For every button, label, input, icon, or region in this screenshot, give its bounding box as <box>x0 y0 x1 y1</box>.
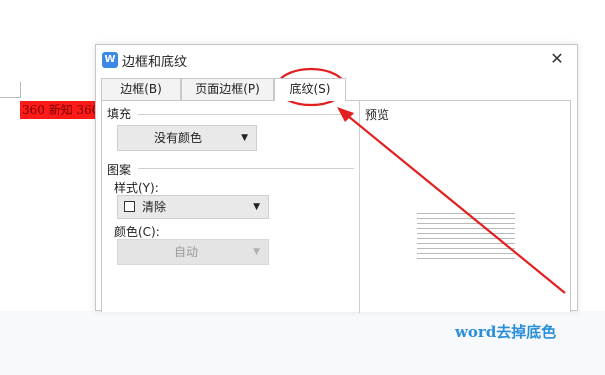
tab-shading[interactable]: 底纹(S) <box>274 78 346 101</box>
pointer-arrow-line <box>347 115 566 294</box>
annotation-layer <box>275 67 566 294</box>
